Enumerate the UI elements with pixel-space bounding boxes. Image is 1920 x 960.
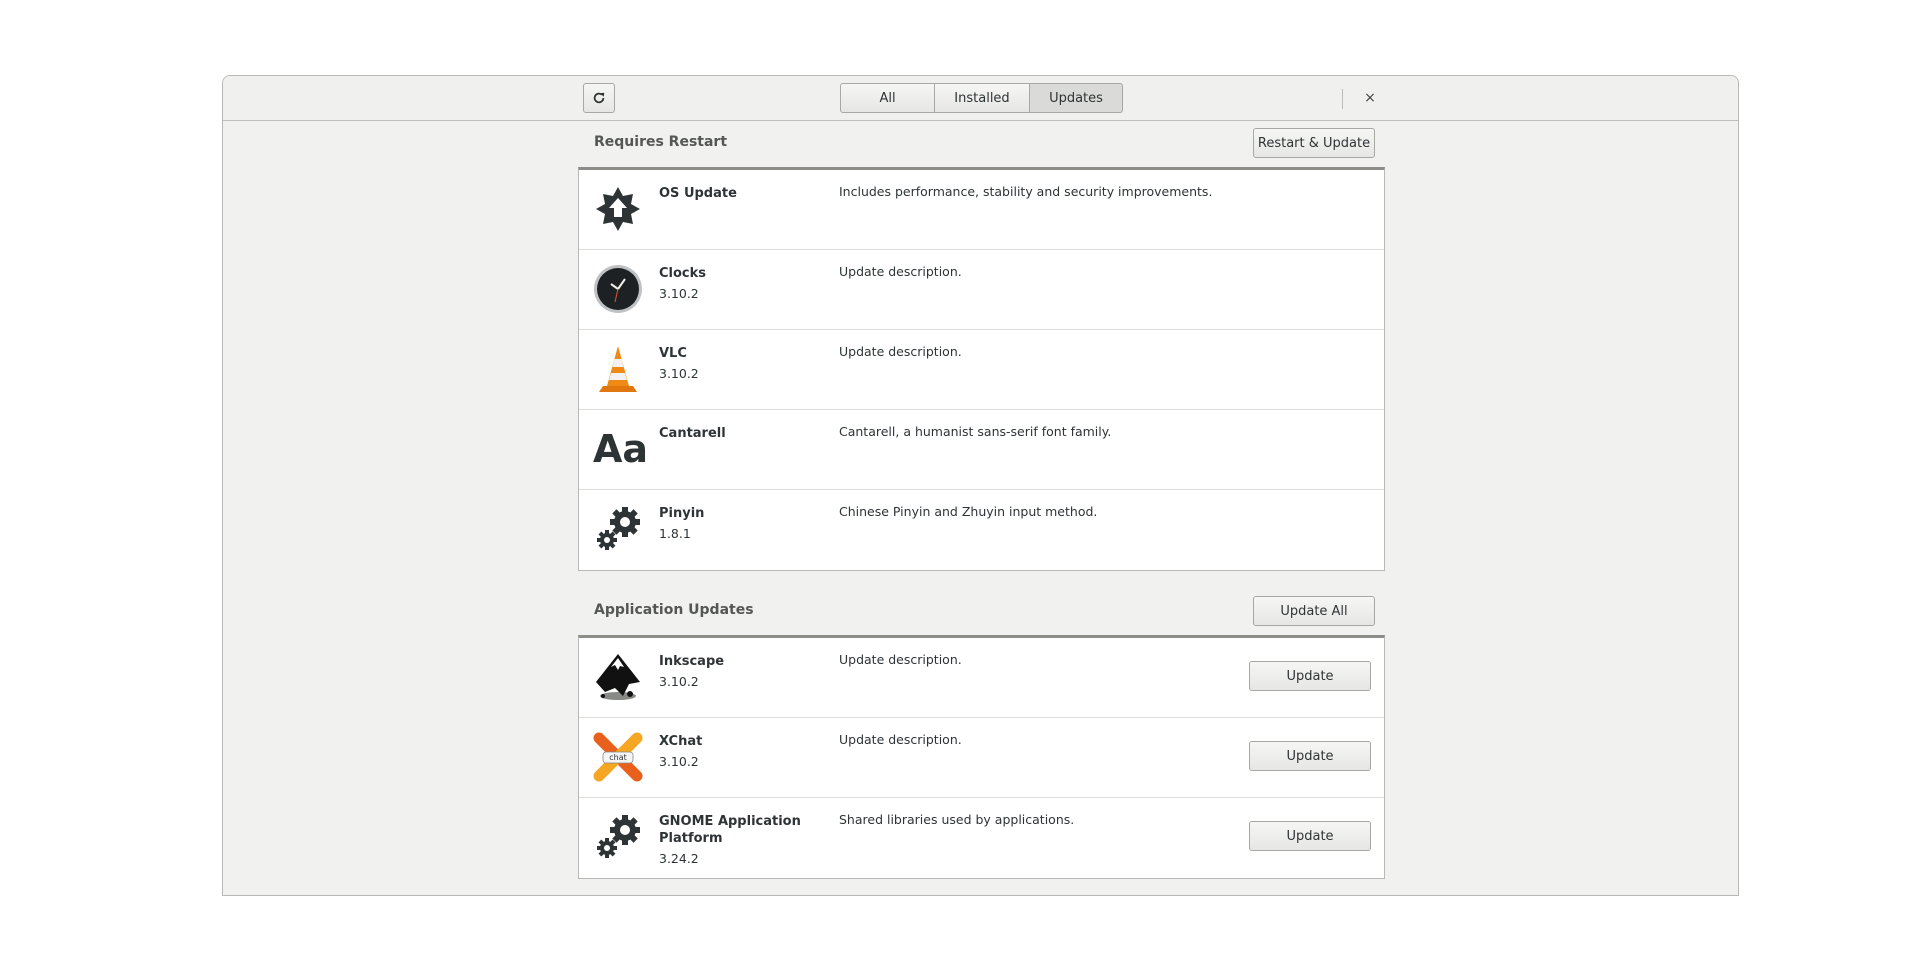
- update-button[interactable]: Update: [1249, 661, 1371, 691]
- close-icon: ×: [1364, 90, 1376, 106]
- vlc-cone-icon: [599, 346, 637, 392]
- list-item[interactable]: chat XChat 3.10.2 Update description. Up…: [579, 718, 1384, 798]
- list-item[interactable]: OS Update Includes performance, stabilit…: [579, 170, 1384, 250]
- gears-icon: [597, 507, 640, 550]
- app-name: Inkscape: [659, 654, 725, 669]
- list-item[interactable]: GNOME Application Platform 3.24.2 Shared…: [579, 798, 1384, 878]
- app-description: Includes performance, stability and secu…: [839, 184, 1213, 199]
- app-description: Cantarell, a humanist sans-serif font fa…: [839, 424, 1112, 439]
- app-description: Update description.: [839, 344, 962, 359]
- app-description: Update description.: [839, 264, 962, 279]
- app-description: Update description.: [839, 732, 962, 747]
- app-section-title: Application Updates: [594, 602, 754, 618]
- app-update-list: Inkscape 3.10.2 Update description. Upda…: [578, 635, 1385, 879]
- app-description: Chinese Pinyin and Zhuyin input method.: [839, 504, 1098, 519]
- app-version: 3.10.2: [659, 286, 699, 301]
- list-item[interactable]: Inkscape 3.10.2 Update description. Upda…: [579, 638, 1384, 718]
- app-version: 3.24.2: [659, 851, 699, 866]
- app-version: 1.8.1: [659, 526, 691, 541]
- restart-section-title: Requires Restart: [594, 134, 728, 150]
- refresh-button[interactable]: [583, 83, 615, 113]
- update-button[interactable]: Update: [1249, 741, 1371, 771]
- update-button[interactable]: Update: [1249, 821, 1371, 851]
- app-name: XChat: [659, 734, 703, 749]
- tab-updates[interactable]: Updates: [1029, 83, 1123, 113]
- os-update-icon: [596, 187, 640, 231]
- header-separator: [1342, 89, 1343, 109]
- app-version: 3.10.2: [659, 754, 699, 769]
- restart-list: OS Update Includes performance, stabilit…: [578, 167, 1385, 571]
- xchat-icon: chat: [593, 732, 643, 782]
- font-icon: Aa: [593, 427, 649, 471]
- app-name: VLC: [659, 346, 687, 361]
- list-item[interactable]: VLC 3.10.2 Update description.: [579, 330, 1384, 410]
- app-name: GNOME Application Platform: [659, 814, 801, 846]
- tab-all[interactable]: All: [840, 83, 935, 113]
- clock-icon: [594, 265, 642, 313]
- list-item[interactable]: Clocks 3.10.2 Update description.: [579, 250, 1384, 330]
- close-button[interactable]: ×: [1355, 83, 1385, 113]
- xchat-badge: chat: [609, 753, 627, 762]
- app-description: Update description.: [839, 652, 962, 667]
- app-name: Clocks: [659, 266, 707, 281]
- header-bar: All Installed Updates ×: [223, 76, 1738, 121]
- app-version: 3.10.2: [659, 674, 699, 689]
- app-name: Pinyin: [659, 506, 705, 521]
- tab-installed[interactable]: Installed: [934, 83, 1030, 113]
- software-window: All Installed Updates × Requires Restart…: [222, 75, 1739, 896]
- view-switcher: All Installed Updates: [840, 83, 1123, 113]
- app-description: Shared libraries used by applications.: [839, 812, 1075, 827]
- app-name: OS Update: [659, 186, 737, 201]
- restart-update-button[interactable]: Restart & Update: [1253, 128, 1375, 158]
- inkscape-icon: [596, 654, 640, 700]
- app-name: Cantarell: [659, 426, 726, 441]
- update-all-button[interactable]: Update All: [1253, 596, 1375, 626]
- gears-icon: [597, 815, 640, 858]
- refresh-icon: [593, 92, 605, 104]
- list-item[interactable]: Aa Cantarell Cantarell, a humanist sans-…: [579, 410, 1384, 490]
- list-item[interactable]: Pinyin 1.8.1 Chinese Pinyin and Zhuyin i…: [579, 490, 1384, 570]
- app-version: 3.10.2: [659, 366, 699, 381]
